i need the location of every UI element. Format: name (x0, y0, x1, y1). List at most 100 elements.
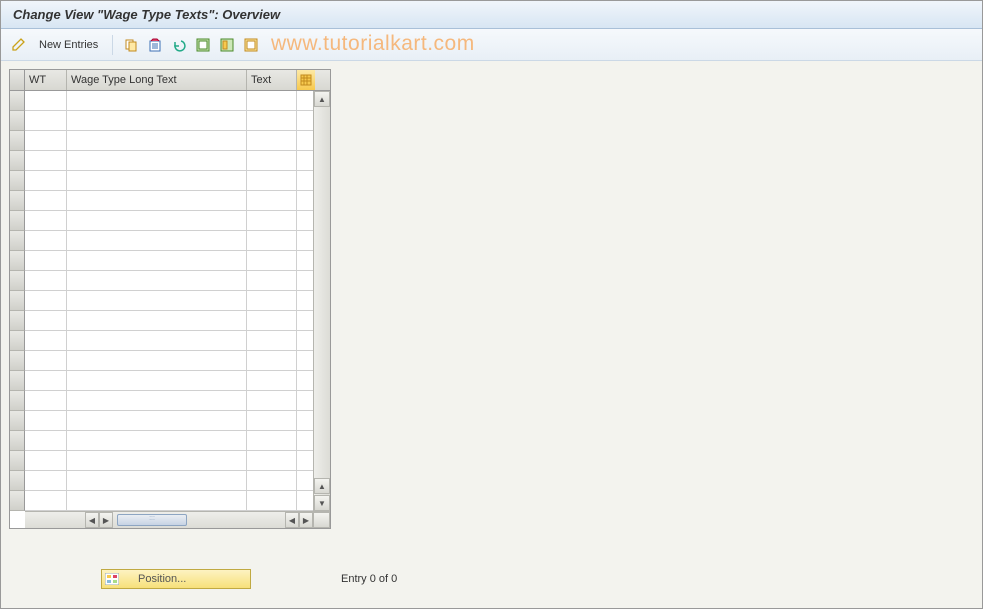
cell-long-text[interactable] (67, 271, 247, 290)
table-row[interactable] (25, 391, 313, 411)
row-header-cell[interactable] (10, 451, 25, 471)
table-row[interactable] (25, 491, 313, 511)
cell-long-text[interactable] (67, 231, 247, 250)
vertical-scrollbar[interactable]: ▲ ▲ ▼ (313, 91, 330, 511)
cell-text[interactable] (247, 411, 297, 430)
table-row[interactable] (25, 131, 313, 151)
horizontal-scrollbar[interactable]: ◀ ▶ ::: ◀ ▶ (25, 511, 330, 528)
table-row[interactable] (25, 431, 313, 451)
scroll-left-button[interactable]: ◀ (85, 512, 99, 528)
scroll-down-button[interactable]: ▲ (314, 478, 330, 494)
row-header-cell[interactable] (10, 391, 25, 411)
cell-wt[interactable] (25, 311, 67, 330)
row-header-cell[interactable] (10, 151, 25, 171)
cell-wt[interactable] (25, 111, 67, 130)
cell-wt[interactable] (25, 151, 67, 170)
cell-wt[interactable] (25, 431, 67, 450)
table-row[interactable] (25, 211, 313, 231)
row-header-cell[interactable] (10, 431, 25, 451)
cell-text[interactable] (247, 131, 297, 150)
row-header-cell[interactable] (10, 491, 25, 511)
cell-text[interactable] (247, 171, 297, 190)
cell-long-text[interactable] (67, 331, 247, 350)
row-header-cell[interactable] (10, 471, 25, 491)
cell-wt[interactable] (25, 391, 67, 410)
cell-long-text[interactable] (67, 311, 247, 330)
cell-wt[interactable] (25, 371, 67, 390)
cell-wt[interactable] (25, 131, 67, 150)
cell-wt[interactable] (25, 211, 67, 230)
cell-text[interactable] (247, 191, 297, 210)
scroll-right-button[interactable]: ▶ (99, 512, 113, 528)
table-row[interactable] (25, 311, 313, 331)
cell-long-text[interactable] (67, 351, 247, 370)
table-row[interactable] (25, 91, 313, 111)
cell-text[interactable] (247, 271, 297, 290)
cell-long-text[interactable] (67, 451, 247, 470)
table-row[interactable] (25, 411, 313, 431)
table-row[interactable] (25, 471, 313, 491)
cell-long-text[interactable] (67, 491, 247, 510)
table-row[interactable] (25, 451, 313, 471)
cell-long-text[interactable] (67, 291, 247, 310)
row-header-cell[interactable] (10, 271, 25, 291)
cell-long-text[interactable] (67, 431, 247, 450)
new-entries-button[interactable]: New Entries (33, 37, 104, 53)
table-row[interactable] (25, 231, 313, 251)
cell-wt[interactable] (25, 271, 67, 290)
table-row[interactable] (25, 111, 313, 131)
select-all-icon[interactable] (193, 35, 213, 55)
cell-text[interactable] (247, 391, 297, 410)
cell-wt[interactable] (25, 251, 67, 270)
cell-text[interactable] (247, 231, 297, 250)
cell-wt[interactable] (25, 331, 67, 350)
cell-text[interactable] (247, 311, 297, 330)
row-header-cell[interactable] (10, 331, 25, 351)
cell-text[interactable] (247, 431, 297, 450)
table-row[interactable] (25, 371, 313, 391)
cell-text[interactable] (247, 331, 297, 350)
column-header-long-text[interactable]: Wage Type Long Text (67, 70, 247, 90)
copy-icon[interactable] (121, 35, 141, 55)
cell-wt[interactable] (25, 191, 67, 210)
cell-long-text[interactable] (67, 471, 247, 490)
cell-wt[interactable] (25, 451, 67, 470)
cell-wt[interactable] (25, 351, 67, 370)
cell-text[interactable] (247, 111, 297, 130)
cell-long-text[interactable] (67, 131, 247, 150)
cell-long-text[interactable] (67, 371, 247, 390)
cell-text[interactable] (247, 91, 297, 110)
row-header-cell[interactable] (10, 291, 25, 311)
cell-wt[interactable] (25, 291, 67, 310)
row-header-cell[interactable] (10, 131, 25, 151)
cell-long-text[interactable] (67, 151, 247, 170)
cell-text[interactable] (247, 491, 297, 510)
row-header-cell[interactable] (10, 351, 25, 371)
cell-long-text[interactable] (67, 171, 247, 190)
hscroll-thumb[interactable]: ::: (117, 514, 187, 526)
scroll-left-end-button[interactable]: ◀ (285, 512, 299, 528)
cell-wt[interactable] (25, 91, 67, 110)
row-header-cell[interactable] (10, 111, 25, 131)
row-header-cell[interactable] (10, 171, 25, 191)
position-button[interactable]: Position... (101, 569, 251, 589)
select-block-icon[interactable] (217, 35, 237, 55)
scroll-right-end-button[interactable]: ▶ (299, 512, 313, 528)
undo-icon[interactable] (169, 35, 189, 55)
row-header-corner[interactable] (10, 70, 25, 91)
table-row[interactable] (25, 331, 313, 351)
row-header-cell[interactable] (10, 371, 25, 391)
cell-long-text[interactable] (67, 111, 247, 130)
cell-text[interactable] (247, 371, 297, 390)
toggle-edit-icon[interactable] (9, 35, 29, 55)
table-row[interactable] (25, 151, 313, 171)
row-header-cell[interactable] (10, 191, 25, 211)
cell-wt[interactable] (25, 491, 67, 510)
row-header-cell[interactable] (10, 251, 25, 271)
cell-wt[interactable] (25, 471, 67, 490)
row-header-cell[interactable] (10, 231, 25, 251)
column-header-text[interactable]: Text (247, 70, 297, 90)
cell-long-text[interactable] (67, 251, 247, 270)
row-header-cell[interactable] (10, 91, 25, 111)
table-row[interactable] (25, 191, 313, 211)
